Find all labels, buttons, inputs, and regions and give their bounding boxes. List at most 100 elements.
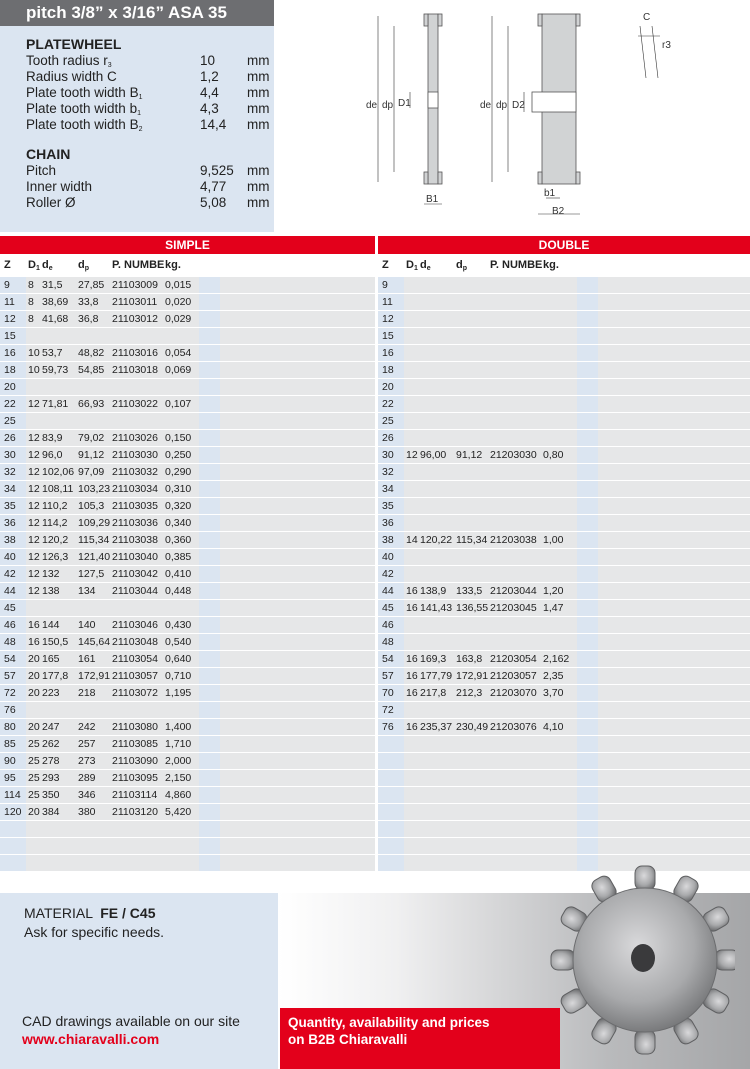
material-line: MATERIAL FE / C45 [24,905,156,921]
cell-kg: 0,069 [165,362,199,378]
table-row [0,838,375,855]
cell-kg [165,855,199,871]
table-row: 54 16 169,3 163,8 21203054 2,162 [378,651,750,668]
cell-d1 [404,702,420,718]
table-row: 18 10 59,73 54,85 21103018 0,069 [0,362,375,379]
cell-de: 96,0 [42,447,78,463]
cell-kg [543,821,577,837]
cell-z: 20 [378,379,404,395]
cell-pnumber [490,617,543,633]
cell-dp: 289 [78,770,112,786]
cell-dp [456,702,490,718]
cell-d1 [404,736,420,752]
cell-pnumber [112,328,165,344]
label-c: C [643,12,650,23]
cell-d1: 8 [26,294,42,310]
row-spacer [199,413,220,429]
cell-dp: 54,85 [78,362,112,378]
row-spacer [577,447,598,463]
cell-de [420,617,456,633]
cell-dp [78,328,112,344]
chain-value: 4,77 [200,179,227,194]
row-spacer [199,685,220,701]
cell-de [420,362,456,378]
cell-z: 15 [0,328,26,344]
cell-d1 [26,702,42,718]
cell-pnumber: 21203045 [490,600,543,616]
cell-d1: 25 [26,753,42,769]
cell-kg [165,413,199,429]
cell-dp [456,464,490,480]
table-row: 16 [378,345,750,362]
cell-z: 120 [0,804,26,820]
row-spacer [598,583,750,599]
row-spacer [598,702,750,718]
row-spacer [199,362,220,378]
row-spacer [598,532,750,548]
cell-dp: 134 [78,583,112,599]
simple-body: 9 8 31,5 27,85 21103009 0,015 11 8 38,69 33,8 2110… [0,277,375,872]
sprocket-tooth [550,949,576,971]
row-spacer [598,685,750,701]
cell-de: 177,8 [42,668,78,684]
row-spacer [199,736,220,752]
cell-d1: 12 [26,583,42,599]
cell-de [42,855,78,871]
cell-z: 30 [378,447,404,463]
table-row: 15 [0,328,375,345]
table-row: 42 12 132 127,5 21103042 0,410 [0,566,375,583]
cell-z [378,736,404,752]
cell-de [420,430,456,446]
platewheel-row: Tooth radius r3 10 mm [26,53,274,69]
cell-z [378,787,404,803]
row-spacer [577,328,598,344]
cell-kg [543,753,577,769]
row-spacer [220,464,375,480]
row-spacer [598,600,750,616]
cell-dp: 121,40 [78,549,112,565]
cell-de [420,498,456,514]
cell-de: 83,9 [42,430,78,446]
chain-label: Roller Ø [26,195,76,210]
cell-dp [456,294,490,310]
cell-z: 72 [378,702,404,718]
cell-z: 48 [378,634,404,650]
cell-d1 [404,770,420,786]
cell-d1: 16 [404,651,420,667]
promo-line-2: on B2B Chiaravalli [288,1032,408,1047]
cell-kg: 0,107 [165,396,199,412]
row-spacer [220,277,375,293]
cell-kg [543,617,577,633]
row-spacer [199,498,220,514]
cell-de [420,566,456,582]
cell-d1: 16 [26,617,42,633]
row-spacer [199,549,220,565]
table-row: 46 16 144 140 21103046 0,430 [0,617,375,634]
cell-de [42,821,78,837]
cell-pnumber [490,362,543,378]
cell-d1 [404,515,420,531]
website-link[interactable]: www.chiaravalli.com [22,1031,159,1047]
platewheel-label-sub: 3 [107,62,112,69]
cad-text: CAD drawings available on our site [22,1013,240,1029]
b2b-promo-banner[interactable]: Quantity, availability and prices on B2B… [280,1008,560,1069]
cell-z [378,770,404,786]
cell-pnumber [490,566,543,582]
cell-pnumber: 21103090 [112,753,165,769]
cell-kg: 0,448 [165,583,199,599]
cell-kg [543,464,577,480]
table-row [0,855,375,872]
cell-dp: 91,12 [78,447,112,463]
cell-z: 32 [0,464,26,480]
cell-kg [543,277,577,293]
row-spacer [220,651,375,667]
row-spacer [577,294,598,310]
cell-kg: 0,020 [165,294,199,310]
cell-d1: 20 [26,804,42,820]
cell-pnumber [490,838,543,854]
row-spacer [598,379,750,395]
cell-kg [543,736,577,752]
row-spacer [598,668,750,684]
cell-d1 [26,328,42,344]
cell-d1 [404,464,420,480]
